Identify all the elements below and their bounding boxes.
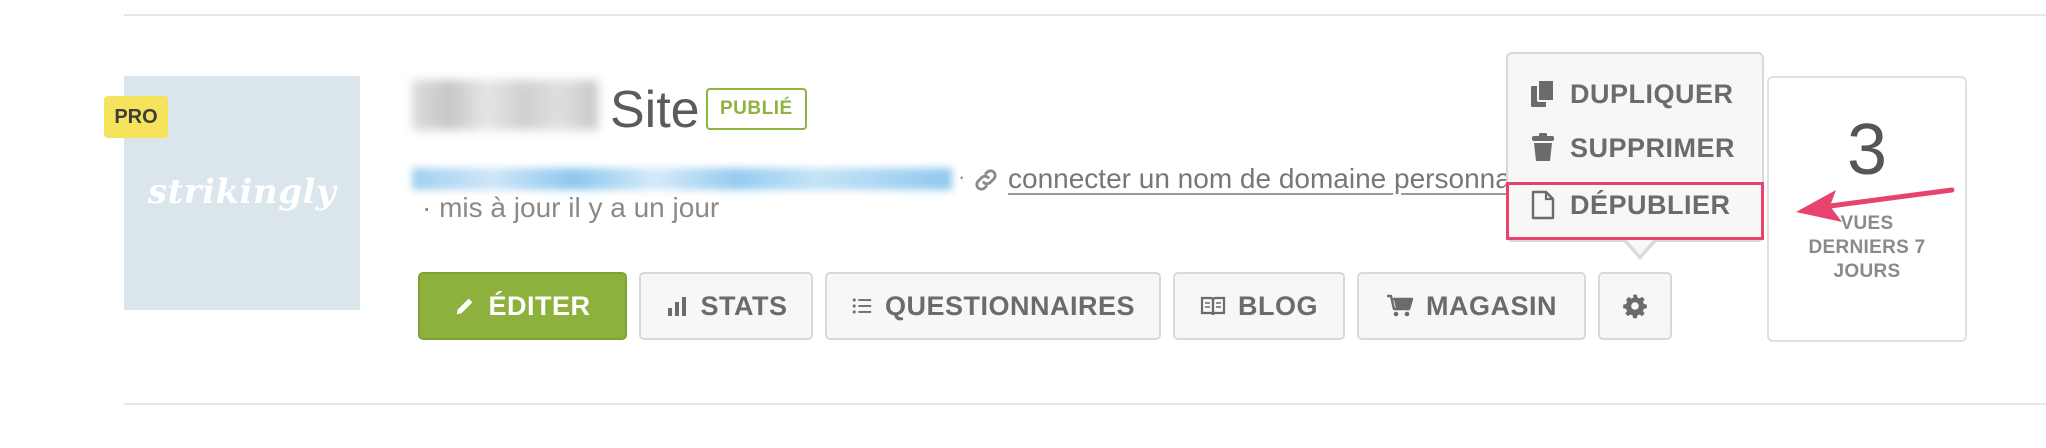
stats-label: STATS — [700, 290, 788, 321]
edit-label: ÉDITER — [488, 290, 591, 321]
trash-icon — [1532, 133, 1554, 161]
views-label-line3: JOURS — [1833, 261, 1901, 282]
status-badge: PUBLIÉ — [706, 88, 807, 130]
stats-button[interactable]: STATS — [639, 272, 813, 340]
copy-icon — [1531, 79, 1555, 107]
thumbnail-logo: strikingly — [147, 172, 337, 212]
connect-domain-link[interactable]: connecter un nom de domaine personnalisé — [1008, 163, 1510, 195]
pro-badge: PRO — [104, 96, 168, 138]
menu-duplicate-label: DUPLIQUER — [1570, 78, 1734, 109]
site-name-redacted — [412, 80, 598, 130]
last-updated: · mis à jour il y a un jour — [422, 192, 720, 223]
unpublish-highlight-box — [1506, 182, 1764, 240]
bar-chart-icon — [667, 297, 686, 316]
divider-top — [124, 14, 2046, 16]
edit-button[interactable]: ÉDITER — [418, 272, 627, 340]
link-icon — [975, 169, 997, 191]
forms-label: QUESTIONNAIRES — [884, 290, 1136, 321]
menu-item-delete[interactable]: SUPPRIMER — [1530, 128, 1735, 168]
arrow-icon — [1796, 187, 1955, 222]
shop-button[interactable]: MAGASIN — [1357, 272, 1586, 340]
menu-delete-label: SUPPRIMER — [1570, 132, 1736, 163]
shop-label: MAGASIN — [1426, 290, 1557, 321]
dropdown-caret-fill — [1625, 238, 1655, 255]
list-icon — [852, 298, 872, 314]
gear-icon — [1623, 294, 1647, 319]
pencil-icon — [457, 298, 473, 315]
site-title[interactable]: Site — [610, 80, 700, 140]
views-label-line2: DERNIERS 7 — [1808, 237, 1926, 258]
menu-item-duplicate[interactable]: DUPLIQUER — [1530, 74, 1734, 114]
separator-dot: · — [958, 164, 966, 189]
settings-button[interactable] — [1598, 272, 1672, 340]
blog-label: BLOG — [1238, 290, 1318, 321]
book-icon — [1200, 296, 1226, 316]
blog-button[interactable]: BLOG — [1173, 272, 1345, 340]
site-url-redacted[interactable] — [412, 168, 952, 190]
divider-bottom — [124, 403, 2046, 405]
forms-button[interactable]: QUESTIONNAIRES — [825, 272, 1161, 340]
cart-icon — [1387, 294, 1414, 317]
